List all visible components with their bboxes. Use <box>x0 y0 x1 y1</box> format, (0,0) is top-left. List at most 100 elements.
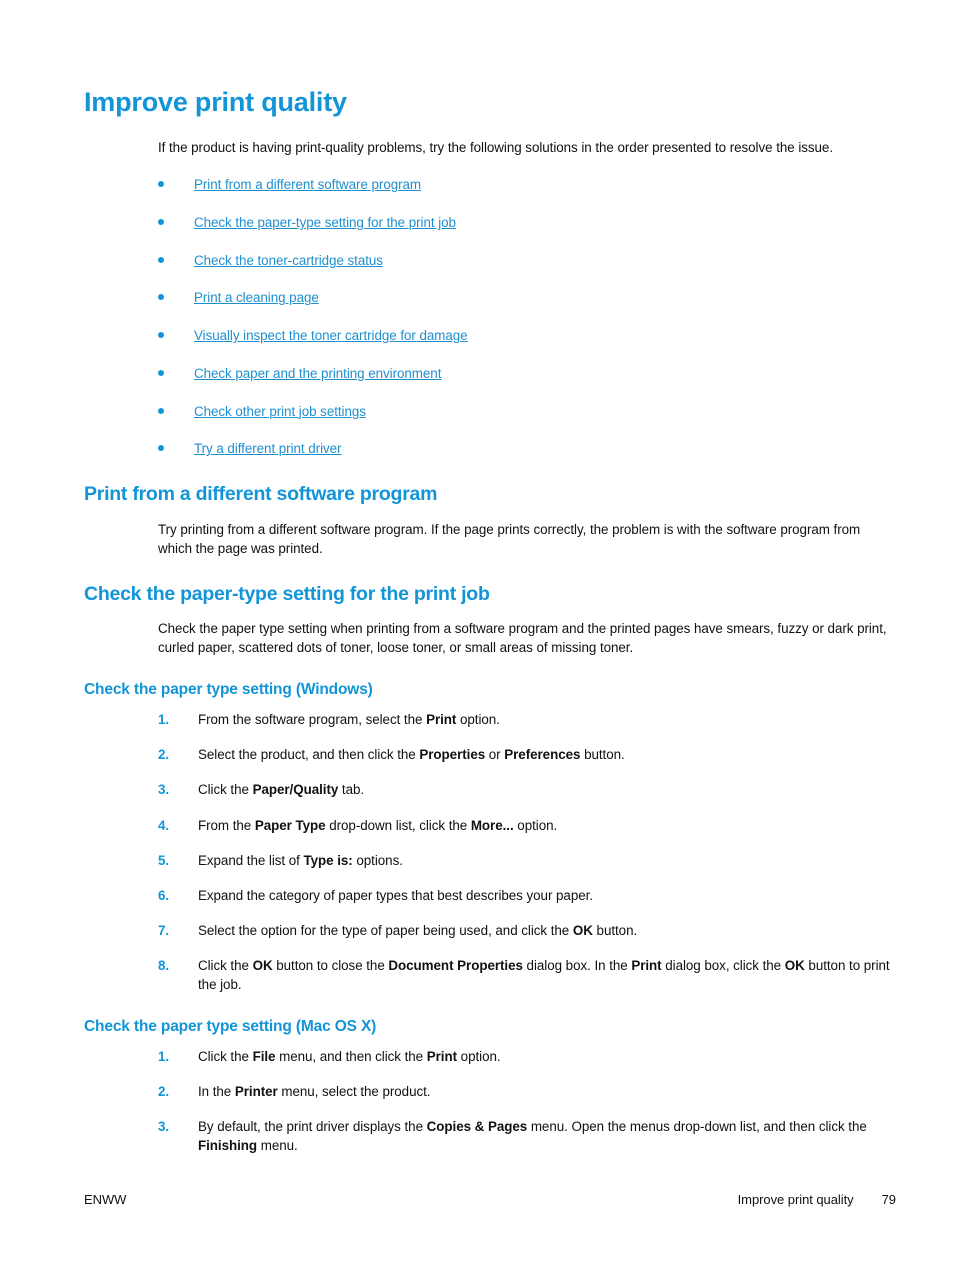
emphasis-term: Paper Type <box>254 817 326 833</box>
mac-step-list: 1. Click the File menu, and then click th… <box>158 1047 896 1155</box>
section-link[interactable]: Print a cleaning page <box>194 290 319 305</box>
section-link[interactable]: Try a different print driver <box>194 441 342 456</box>
windows-step-text: Click the Paper/Quality tab. <box>198 782 364 797</box>
step-text-run: Select the option for the type of paper … <box>198 922 573 938</box>
step-text-run: menu. Open the menus drop-down list, and… <box>527 1118 867 1134</box>
windows-step-text: Expand the list of Type is: options. <box>198 853 403 868</box>
mac-step-text: Click the File menu, and then click the … <box>198 1049 501 1064</box>
emphasis-term: Print <box>426 712 457 728</box>
footer-right-group: Improve print quality 79 <box>738 1192 896 1207</box>
list-item: Print a cleaning page <box>158 288 896 307</box>
section-link[interactable]: Check other print job settings <box>194 404 366 419</box>
step-text-run: Expand the list of <box>198 852 304 868</box>
section-link[interactable]: Print from a different software program <box>194 177 421 192</box>
emphasis-term: Paper/Quality <box>252 782 339 798</box>
windows-step-text: Select the product, and then click the P… <box>198 747 625 762</box>
footer-section-title: Improve print quality <box>737 1192 854 1207</box>
emphasis-term: File <box>252 1048 276 1064</box>
intro-paragraph: If the product is having print-quality p… <box>158 140 834 156</box>
page-content: Improve print quality If the product is … <box>84 88 896 1155</box>
step-text-run: Click the <box>198 1048 253 1064</box>
list-item: Print from a different software program <box>158 175 896 194</box>
step-text-run: Click the <box>198 782 253 798</box>
section-link[interactable]: Check the paper-type setting for the pri… <box>194 215 456 230</box>
step-text-run: From the software program, select the <box>198 712 427 728</box>
bullet-icon <box>158 256 164 263</box>
section-link[interactable]: Check paper and the printing environment <box>194 366 441 381</box>
mac-step-number: 2. <box>158 1083 170 1099</box>
windows-step-number: 4. <box>158 817 170 833</box>
windows-step-number: 7. <box>158 922 170 938</box>
bullet-icon <box>158 369 164 376</box>
list-item: Check paper and the printing environment <box>158 364 896 383</box>
list-item: 3. By default, the print driver displays … <box>158 1117 896 1155</box>
step-text-run: option. <box>457 1048 501 1064</box>
paper-type-body: Check the paper type setting when printi… <box>158 619 896 657</box>
step-text-run: dialog box. In the <box>522 957 632 973</box>
mac-step-text: In the Printer menu, select the product. <box>198 1083 431 1099</box>
bullet-icon <box>158 407 164 414</box>
list-item: Check the toner-cartridge status <box>158 251 896 270</box>
emphasis-term: Preferences <box>504 747 581 763</box>
bullet-icon <box>158 181 164 188</box>
list-item: 1. From the software program, select the … <box>158 710 896 729</box>
list-item: Check other print job settings <box>158 402 896 421</box>
step-text-run: Expand the category of paper types that … <box>198 887 593 903</box>
list-item: 2. In the Printer menu, select the produc… <box>158 1082 896 1101</box>
windows-step-text: Select the option for the type of paper … <box>198 923 637 938</box>
list-item: 6. Expand the category of paper types tha… <box>158 886 896 905</box>
emphasis-term: Printer <box>234 1083 278 1099</box>
step-text-run: Select the product, and then click the <box>198 747 420 763</box>
list-item: 8. Click the OK button to close the Docum… <box>158 956 896 994</box>
mac-step-text: By default, the print driver displays th… <box>198 1119 867 1153</box>
step-text-run: or <box>485 747 505 763</box>
section-link[interactable]: Visually inspect the toner cartridge for… <box>194 328 468 343</box>
heading-check-paper-type-setting-mac: Check the paper type setting (Mac OS X) <box>84 1017 377 1035</box>
page-title: Improve print quality <box>84 87 347 117</box>
list-item: 4. From the Paper Type drop-down list, cl… <box>158 816 896 835</box>
windows-step-text: Expand the category of paper types that … <box>198 888 593 903</box>
windows-step-number: 8. <box>158 957 170 973</box>
list-item: Visually inspect the toner cartridge for… <box>158 326 896 345</box>
page-footer: ENWW Improve print quality 79 <box>84 1192 896 1207</box>
step-text-run: In the <box>198 1083 235 1099</box>
list-item: Check the paper-type setting for the pri… <box>158 213 896 232</box>
windows-step-text: From the software program, select the Pr… <box>198 712 500 727</box>
list-item: Try a different print driver <box>158 439 896 458</box>
mac-step-number: 3. <box>158 1118 170 1134</box>
step-text-run: options. <box>352 852 403 868</box>
list-item: 7. Select the option for the type of pape… <box>158 921 896 940</box>
windows-step-number: 6. <box>158 887 170 903</box>
step-text-run: menu. <box>257 1137 298 1153</box>
step-text-run: By default, the print driver displays th… <box>198 1118 427 1134</box>
emphasis-term: Finishing <box>198 1137 258 1153</box>
bullet-icon <box>158 332 164 339</box>
windows-step-number: 5. <box>158 852 170 868</box>
section-link[interactable]: Check the toner-cartridge status <box>194 253 383 268</box>
footer-locale-code: ENWW <box>84 1192 127 1207</box>
footer-page-number: 79 <box>881 1192 896 1207</box>
step-text-run: option. <box>456 712 500 728</box>
emphasis-term: Document Properties <box>388 957 523 973</box>
bullet-icon <box>158 294 164 301</box>
windows-step-text: From the Paper Type drop-down list, clic… <box>198 818 557 833</box>
software-program-body: Try printing from a different software p… <box>158 520 896 558</box>
step-text-run: From the <box>198 817 255 833</box>
step-text-run: button to close the <box>272 957 389 973</box>
windows-step-number: 2. <box>158 747 170 763</box>
emphasis-term: OK <box>784 957 805 973</box>
bullet-icon <box>158 219 164 226</box>
list-item: 3. Click the Paper/Quality tab. <box>158 780 896 799</box>
windows-step-list: 1. From the software program, select the … <box>158 710 896 993</box>
heading-print-from-different-software-program: Print from a different software program <box>84 483 438 506</box>
step-text-run: drop-down list, click the <box>325 817 471 833</box>
emphasis-term: Copies & Pages <box>426 1118 528 1134</box>
emphasis-term: Properties <box>419 747 486 763</box>
emphasis-term: More... <box>470 817 514 833</box>
windows-step-text: Click the OK button to close the Documen… <box>198 958 890 992</box>
windows-step-number: 3. <box>158 782 170 798</box>
software-program-paragraph: Try printing from a different software p… <box>158 521 861 556</box>
emphasis-term: Type is: <box>303 852 353 868</box>
step-text-run: option. <box>513 817 558 833</box>
step-text-run: button. <box>580 747 625 763</box>
